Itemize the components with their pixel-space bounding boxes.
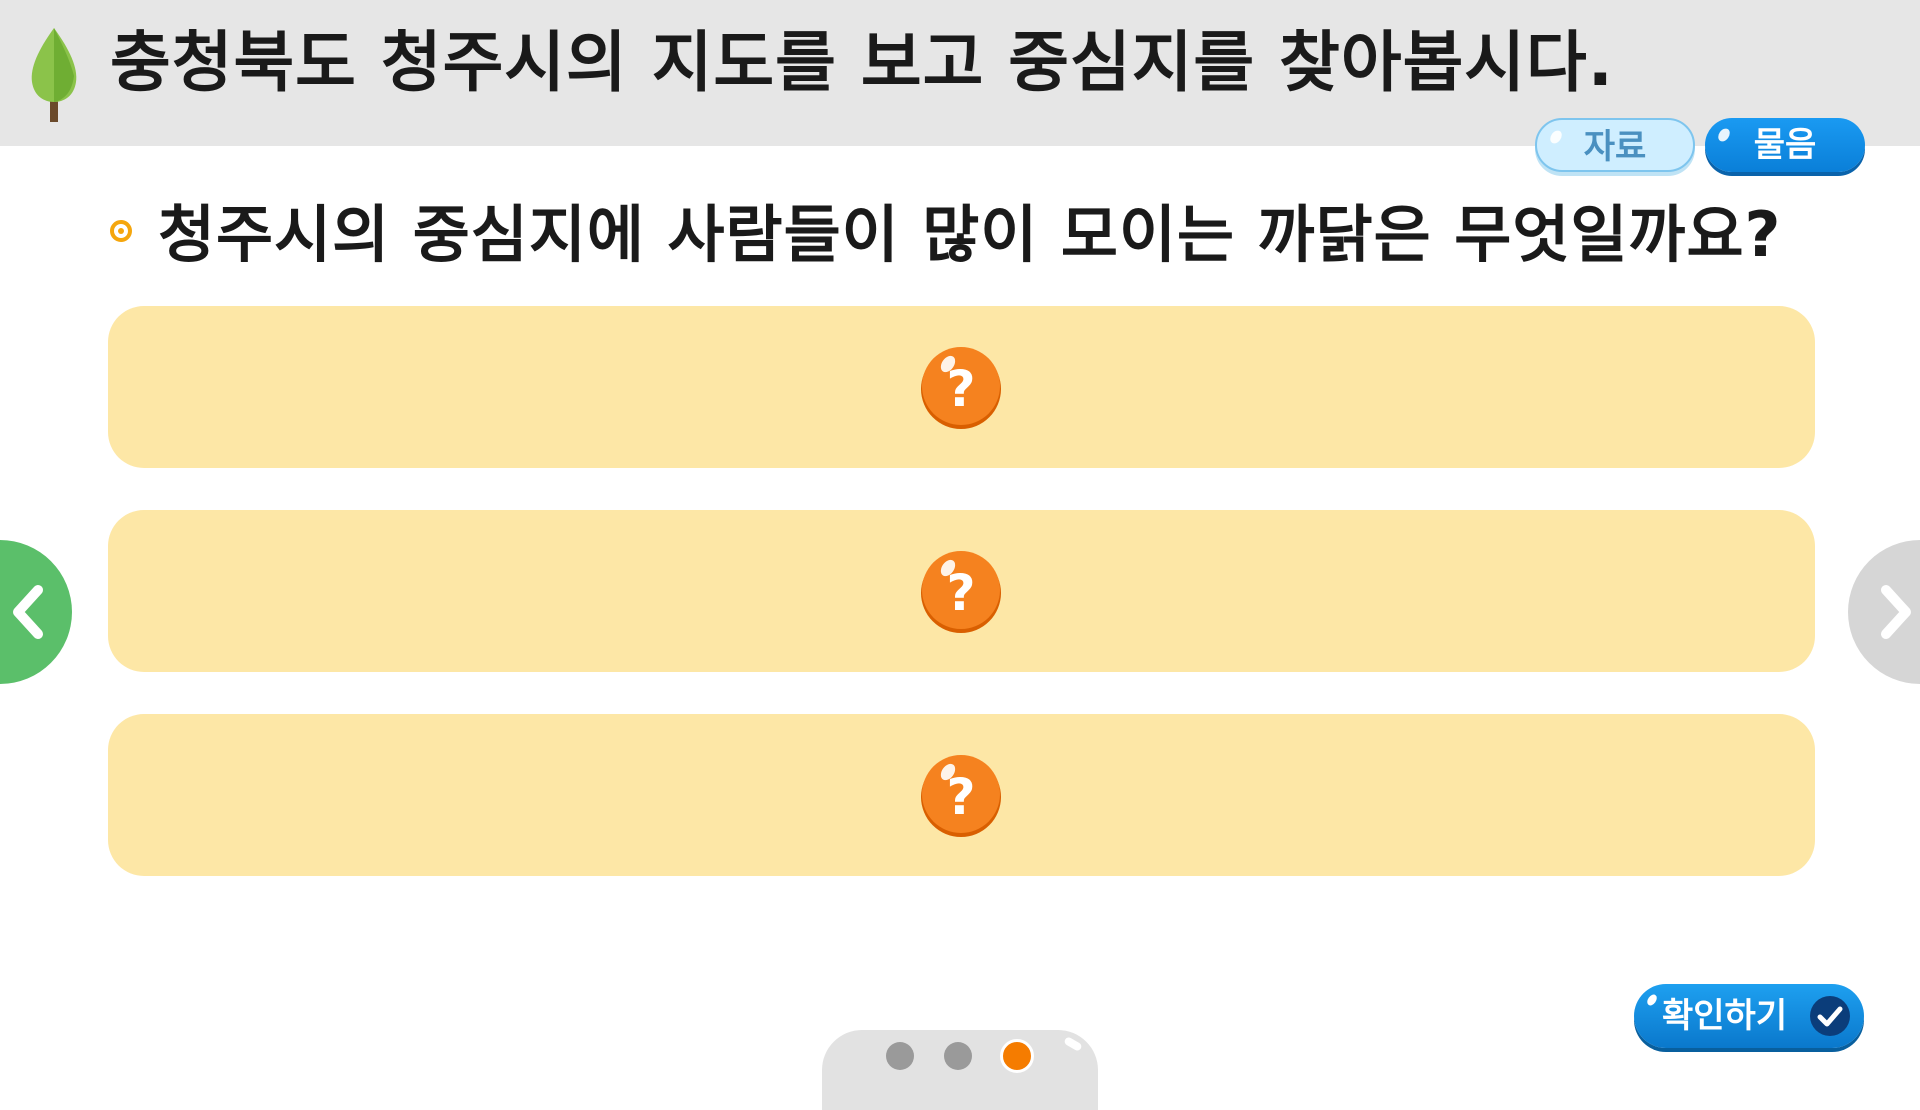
tree-icon: [31, 28, 77, 122]
svg-text:?: ?: [946, 360, 975, 418]
question-text: 청주시의 중심지에 사람들이 많이 모이는 까닭은 무엇일까요?: [158, 198, 1782, 271]
answer-box-2[interactable]: ?: [108, 510, 1815, 672]
tab-data[interactable]: 자료: [1535, 118, 1695, 172]
page-dot-2[interactable]: [944, 1042, 972, 1070]
question-mark-icon: ?: [921, 755, 1001, 837]
answer-box-1[interactable]: ?: [108, 306, 1815, 468]
tab-question[interactable]: 물음: [1705, 118, 1865, 172]
chevron-right-icon: [1881, 585, 1911, 639]
gloss-highlight: [1645, 992, 1659, 1008]
chevron-left-icon: [13, 585, 43, 639]
question-mark-icon: ?: [921, 347, 1001, 429]
page-dot-3-active[interactable]: [1000, 1039, 1034, 1073]
gloss-highlight: [1715, 126, 1733, 144]
question-mark-icon: ?: [921, 551, 1001, 633]
tab-data-label: 자료: [1583, 127, 1647, 167]
bullet-circle-icon: [110, 220, 132, 242]
confirm-button[interactable]: 확인하기: [1634, 984, 1864, 1048]
page-title: 충청북도 청주시의 지도를 보고 중심지를 찾아봅시다.: [110, 24, 1614, 101]
gloss-highlight: [1063, 1036, 1083, 1052]
page-dot-1[interactable]: [886, 1042, 914, 1070]
svg-text:?: ?: [946, 564, 975, 622]
gloss-highlight: [1547, 128, 1565, 146]
tab-question-label: 물음: [1753, 125, 1817, 165]
pagination: [822, 1030, 1098, 1110]
check-icon: [1810, 996, 1850, 1036]
confirm-label: 확인하기: [1662, 996, 1788, 1036]
answer-box-3[interactable]: ?: [108, 714, 1815, 876]
svg-text:?: ?: [946, 768, 975, 826]
